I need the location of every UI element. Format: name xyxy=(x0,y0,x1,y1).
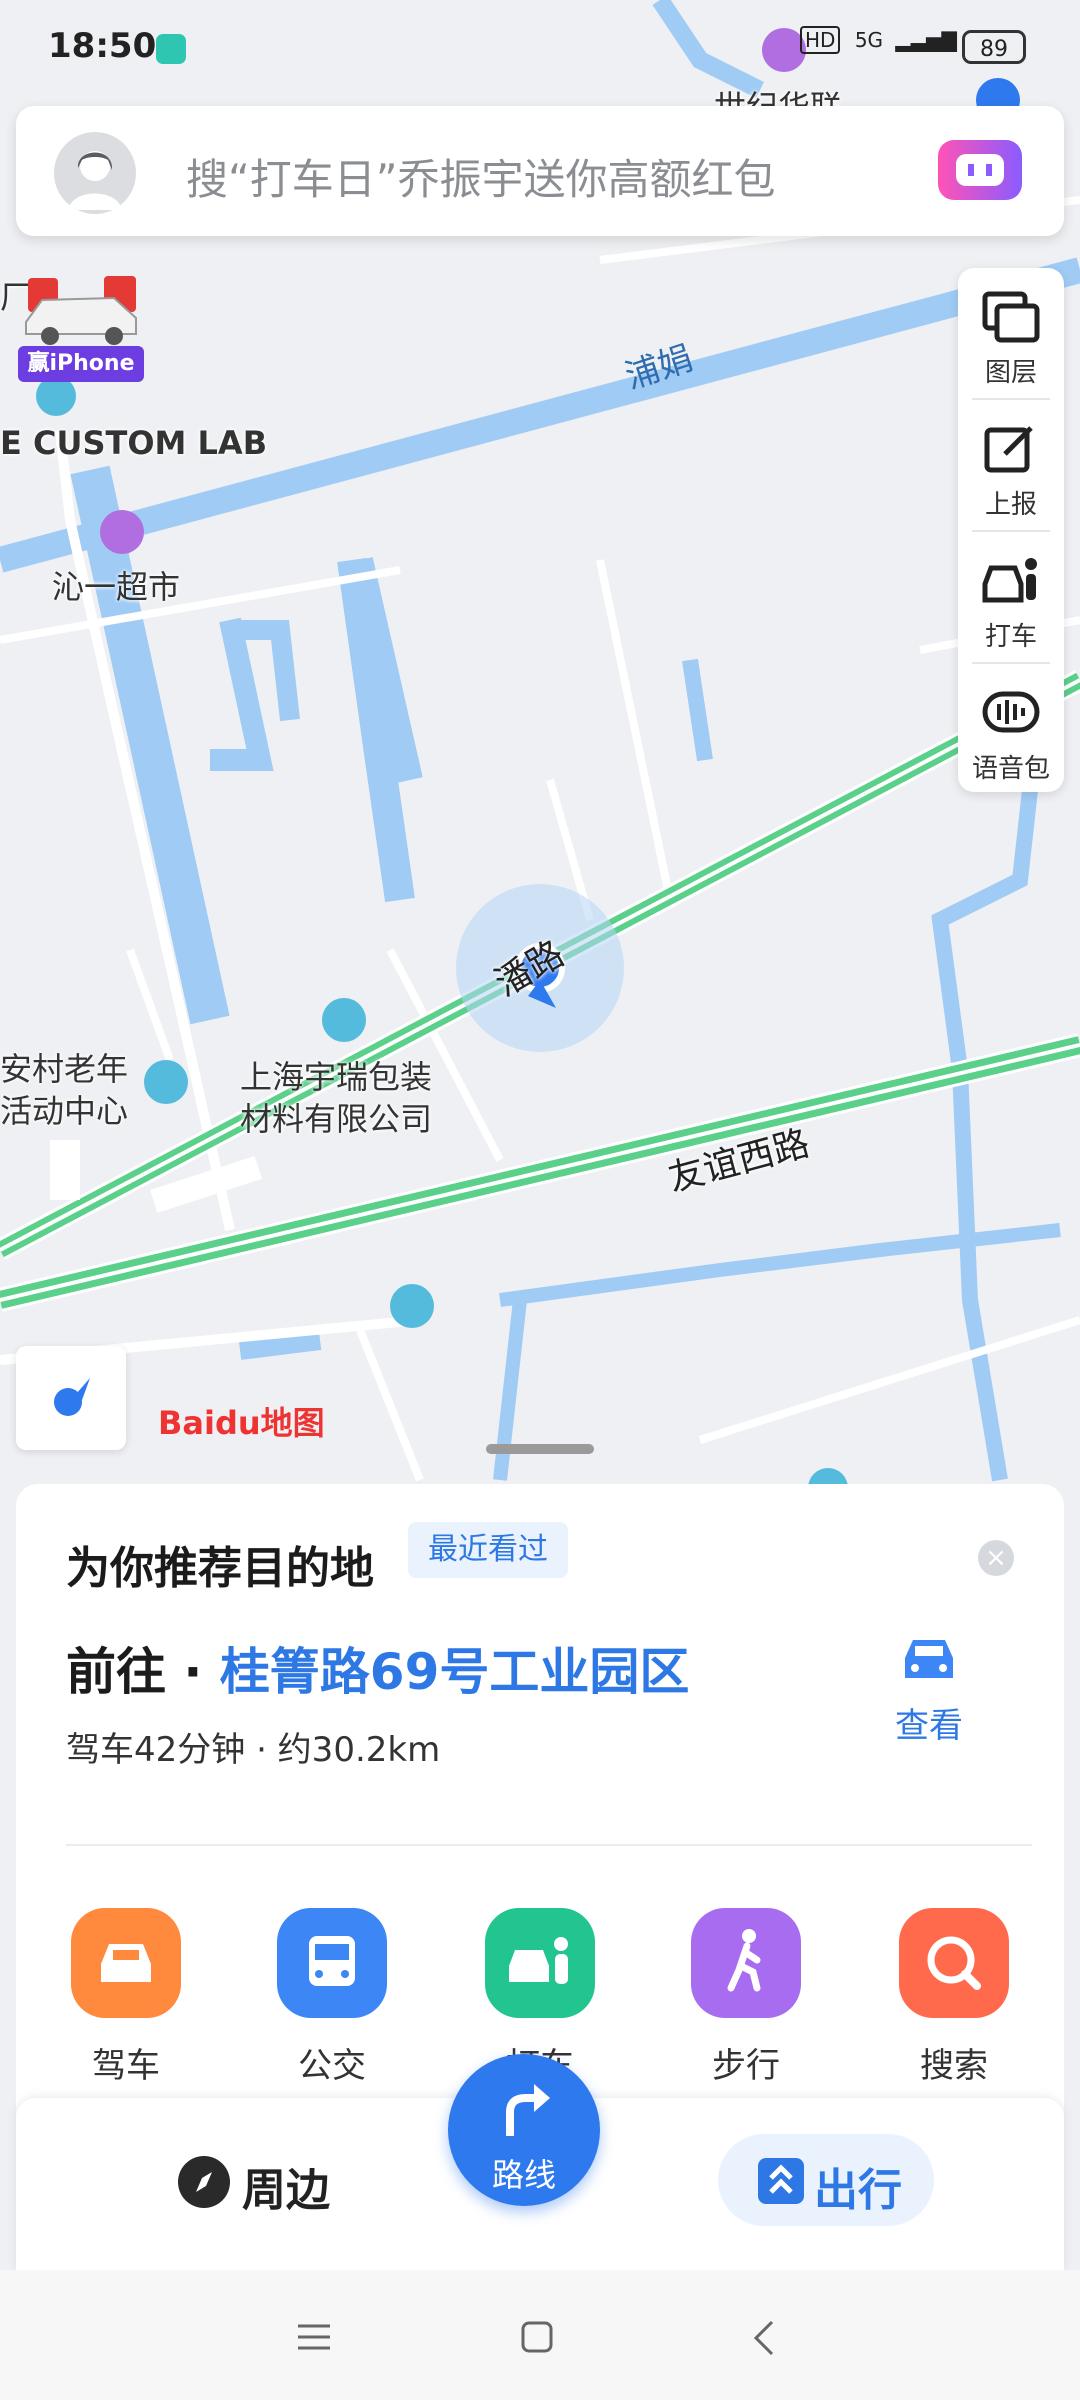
nav-trip-label: 出行 xyxy=(814,2165,902,2216)
back-icon[interactable] xyxy=(752,2320,776,2356)
mode-search[interactable]: 搜索 xyxy=(884,1908,1024,2087)
network-5g-icon: 5G xyxy=(854,28,884,52)
taxi-mode-icon xyxy=(485,1908,595,2018)
mode-search-label: 搜索 xyxy=(920,2046,988,2086)
tool-voice-pack-label: 语音包 xyxy=(971,754,1050,784)
mode-drive[interactable]: 驾车 xyxy=(56,1908,196,2087)
avatar[interactable] xyxy=(54,132,136,214)
poi-label-custom-lab[interactable]: E CUSTOM LAB xyxy=(0,424,267,462)
voice-pack-icon xyxy=(982,691,1040,733)
route-button[interactable]: 路线 xyxy=(448,2054,600,2206)
menu-icon[interactable] xyxy=(296,2322,332,2352)
mode-bus-label: 公交 xyxy=(298,2046,366,2086)
divider xyxy=(66,1844,1032,1846)
mode-walk[interactable]: 步行 xyxy=(676,1908,816,2087)
hd-icon: HD xyxy=(800,26,841,54)
poi-label-company-line1[interactable]: 上海宇瑞包装 xyxy=(240,1052,432,1098)
search-bar[interactable]: 搜“打车日”乔振宇送你高额红包 xyxy=(16,106,1064,236)
tool-report[interactable]: 上报 xyxy=(958,400,1064,530)
destination-prefix: 前往 · xyxy=(66,1643,220,1701)
compass-locate-icon xyxy=(54,1378,90,1416)
destination-name[interactable]: 桂箐路69号工业园区 xyxy=(220,1643,690,1701)
signal-icon: ▂▃▅▇ xyxy=(895,28,957,52)
mode-drive-label: 驾车 xyxy=(92,2046,160,2086)
baidu-logo: Baidu地图 xyxy=(158,1404,325,1442)
recent-viewed-tag[interactable]: 最近看过 xyxy=(408,1522,568,1578)
locate-me-button[interactable] xyxy=(16,1346,126,1450)
home-icon[interactable] xyxy=(520,2320,554,2354)
poi-label-village-line2[interactable]: 活动中心 xyxy=(0,1086,128,1132)
search-input[interactable]: 搜“打车日”乔振宇送你高额红包 xyxy=(186,146,776,207)
walk-icon xyxy=(691,1908,801,2018)
close-icon[interactable]: × xyxy=(978,1540,1014,1576)
view-route-button[interactable]: 查看 xyxy=(874,1634,984,1747)
status-time: 18:50 xyxy=(48,26,157,66)
battery-indicator: 89 xyxy=(962,30,1026,64)
mode-walk-label: 步行 xyxy=(712,2046,780,2086)
compass-icon xyxy=(176,2154,232,2214)
system-nav-bar xyxy=(0,2270,1080,2400)
report-icon xyxy=(984,426,1033,473)
nav-trip[interactable]: 出行 xyxy=(718,2134,934,2226)
mode-bus[interactable]: 公交 xyxy=(262,1908,402,2087)
destination[interactable]: 前往 · 桂箐路69号工业园区 xyxy=(66,1632,689,1704)
tool-taxi[interactable]: 打车 xyxy=(958,532,1064,662)
route-arrow-icon xyxy=(506,2084,550,2136)
view-label: 查看 xyxy=(895,1706,963,1746)
poi-label-village-line1[interactable]: 安村老年 xyxy=(0,1044,128,1090)
tool-layers[interactable]: 图层 xyxy=(958,268,1064,398)
status-icons: HD 5G ▂▃▅▇ xyxy=(800,26,957,54)
tool-voice-pack[interactable]: 语音包 xyxy=(958,664,1064,794)
search-icon xyxy=(899,1908,1009,2018)
poi-label-supermarket[interactable]: 沁一超市 xyxy=(52,562,180,608)
poi-label-company-line2[interactable]: 材料有限公司 xyxy=(240,1094,432,1140)
destination-info: 驾车42分钟 · 约30.2km xyxy=(66,1730,441,1770)
bus-icon xyxy=(277,1908,387,2018)
car-icon xyxy=(905,1640,953,1678)
status-bar: 18:50 HD 5G ▂▃▅▇ 89 xyxy=(0,0,1080,96)
promo-label[interactable]: 赢iPhone xyxy=(18,346,144,382)
tool-layers-label: 图层 xyxy=(984,358,1037,388)
route-label: 路线 xyxy=(491,2156,556,2194)
map-tools-panel: 图层 上报 打车 语音包 xyxy=(958,268,1064,792)
location-share-icon xyxy=(156,34,186,64)
layers-icon xyxy=(982,291,1040,343)
trip-icon xyxy=(758,2158,804,2204)
tool-report-label: 上报 xyxy=(984,490,1037,520)
tool-taxi-label: 打车 xyxy=(984,622,1037,652)
taxi-icon xyxy=(982,558,1037,603)
nav-nearby[interactable]: 周边 xyxy=(242,2154,330,2218)
recommend-title: 为你推荐目的地 xyxy=(66,1543,374,1594)
voice-assistant-icon[interactable] xyxy=(938,140,1022,200)
drive-icon xyxy=(71,1908,181,2018)
sheet-drag-handle[interactable] xyxy=(486,1444,594,1454)
